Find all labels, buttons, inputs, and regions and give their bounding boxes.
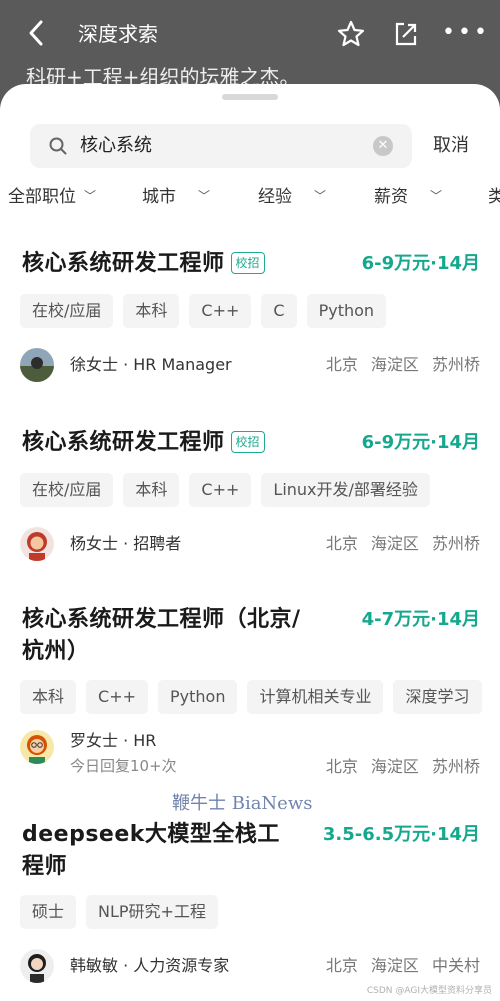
job-location: 北京 海淀区 中关村 <box>325 956 480 975</box>
salary: 4-7万元·14月 <box>361 609 480 630</box>
tag: Linux开发/部署经验 <box>261 473 430 507</box>
recruiter-name: 杨女士 · 招聘者 <box>70 534 182 553</box>
job-title-line: 程师 <box>22 854 68 879</box>
chevron-down-icon: ﹀ <box>198 189 211 203</box>
tag: C <box>261 294 297 328</box>
cancel-button[interactable]: 取消 <box>433 134 469 158</box>
avatar <box>20 949 54 983</box>
share-icon[interactable] <box>390 18 422 50</box>
filter-experience[interactable]: 经验 ﹀ <box>258 184 326 211</box>
tag: 本科 <box>123 294 180 328</box>
star-icon[interactable] <box>335 18 367 50</box>
recruiter-row: 韩敏敏 · 人力资源专家 北京 海淀区 中关村 <box>20 949 480 985</box>
watermark-logo: 鞭牛士 BiaNews <box>172 793 313 814</box>
job-title-text: 核心系统研发工程师 <box>22 251 225 276</box>
job-title-line: 杭州） <box>22 639 90 664</box>
job-card[interactable]: 核心系统研发工程师 校招 6-9万元·14月 在校/应届 本科 C++ Linux… <box>0 427 500 567</box>
recruiter-row: 罗女士 · HR 今日回复10+次 北京 海淀区 苏州桥 <box>20 730 480 782</box>
search-input[interactable]: 核心系统 ✕ <box>30 124 412 168</box>
job-title-text: 核心系统研发工程师 <box>22 430 225 455</box>
reply-rate: 今日回复10+次 <box>70 757 177 775</box>
more-icon[interactable]: ••• <box>442 22 490 44</box>
campus-badge: 校招 <box>230 431 265 453</box>
filter-label: 薪资 <box>374 187 408 207</box>
salary: 6-9万元·14月 <box>361 432 480 453</box>
recruiter-row: 杨女士 · 招聘者 北京 海淀区 苏州桥 <box>20 527 480 563</box>
search-icon <box>48 136 68 156</box>
avatar <box>20 348 54 382</box>
tag: 计算机相关专业 <box>247 680 384 714</box>
recruiter-row: 徐女士 · HR Manager 北京 海淀区 苏州桥 <box>20 348 480 384</box>
job-title: 核心系统研发工程师 校招 <box>22 427 265 459</box>
company-title: 深度求索 <box>78 22 158 46</box>
tag-list: 在校/应届 本科 C++ Linux开发/部署经验 <box>20 473 430 507</box>
tag-list: 在校/应届 本科 C++ C Python <box>20 294 387 328</box>
filter-type[interactable]: 类 <box>488 184 500 210</box>
tag: C++ <box>189 473 252 507</box>
filter-label: 经验 <box>258 187 292 207</box>
job-card[interactable]: deepseek大模型全栈工 程师 3.5-6.5万元·14月 硕士 NLP研究… <box>0 819 500 989</box>
filter-label: 城市 <box>142 187 176 207</box>
filter-label: 全部职位 <box>8 187 76 207</box>
recruiter-name: 罗女士 · HR <box>70 731 157 750</box>
salary: 6-9万元·14月 <box>361 253 480 274</box>
search-query: 核心系统 <box>80 135 152 156</box>
tag: NLP研究+工程 <box>86 895 218 929</box>
filter-city[interactable]: 城市 ﹀ <box>142 184 210 211</box>
job-location: 北京 海淀区 苏州桥 <box>325 355 480 374</box>
tag: Python <box>306 294 387 328</box>
salary: 3.5-6.5万元·14月 <box>322 824 480 845</box>
job-location: 北京 海淀区 苏州桥 <box>325 534 480 553</box>
recruiter-name: 韩敏敏 · 人力资源专家 <box>70 956 230 975</box>
recruiter-name: 徐女士 · HR Manager <box>70 355 232 374</box>
tag: 深度学习 <box>393 680 482 714</box>
chevron-down-icon: ﹀ <box>314 189 327 203</box>
sheet-handle[interactable] <box>222 94 278 100</box>
tag: 硕士 <box>20 895 77 929</box>
page: 深度求索 ••• 科研+工程+组织的坛雅之杰。 核心系统 ✕ 取消 全部职位 ﹀ … <box>0 0 500 1001</box>
job-location: 北京 海淀区 苏州桥 <box>325 757 480 776</box>
job-card[interactable]: 核心系统研发工程师 校招 6-9万元·14月 在校/应届 本科 C++ C Pyt… <box>0 248 500 388</box>
job-title: 核心系统研发工程师 校招 <box>22 248 265 280</box>
campus-badge: 校招 <box>230 252 265 274</box>
tag: 本科 <box>20 680 77 714</box>
tag: C++ <box>189 294 252 328</box>
tag: Python <box>158 680 238 714</box>
filter-salary[interactable]: 薪资 ﹀ <box>374 184 442 211</box>
chevron-left-icon[interactable] <box>26 18 54 48</box>
filter-label: 类 <box>488 187 500 207</box>
job-title: deepseek大模型全栈工 程师 <box>22 819 280 883</box>
chevron-down-icon: ﹀ <box>84 189 97 203</box>
tag: 在校/应届 <box>20 473 114 507</box>
job-title-line: 核心系统研发工程师（北京/ <box>22 607 301 632</box>
chevron-down-icon: ﹀ <box>430 189 443 203</box>
avatar <box>20 527 54 561</box>
job-title-line: deepseek大模型全栈工 <box>22 822 280 847</box>
avatar <box>20 730 54 764</box>
clear-icon[interactable]: ✕ <box>373 136 393 156</box>
tag-list: 本科 C++ Python 计算机相关专业 深度学习 <box>20 680 482 714</box>
filter-all-positions[interactable]: 全部职位 ﹀ <box>8 184 96 211</box>
job-card[interactable]: 核心系统研发工程师（北京/ 杭州） 4-7万元·14月 本科 C++ Pytho… <box>0 604 500 776</box>
tag: 本科 <box>123 473 180 507</box>
footer-watermark: CSDN @AGI大模型资料分享员 <box>366 986 492 996</box>
filter-bar: 全部职位 ﹀ 城市 ﹀ 经验 ﹀ 薪资 ﹀ 类 <box>0 184 500 212</box>
job-title: 核心系统研发工程师（北京/ 杭州） <box>22 604 301 668</box>
tag: C++ <box>86 680 148 714</box>
tag: 在校/应届 <box>20 294 114 328</box>
tag-list: 硕士 NLP研究+工程 <box>20 895 218 929</box>
